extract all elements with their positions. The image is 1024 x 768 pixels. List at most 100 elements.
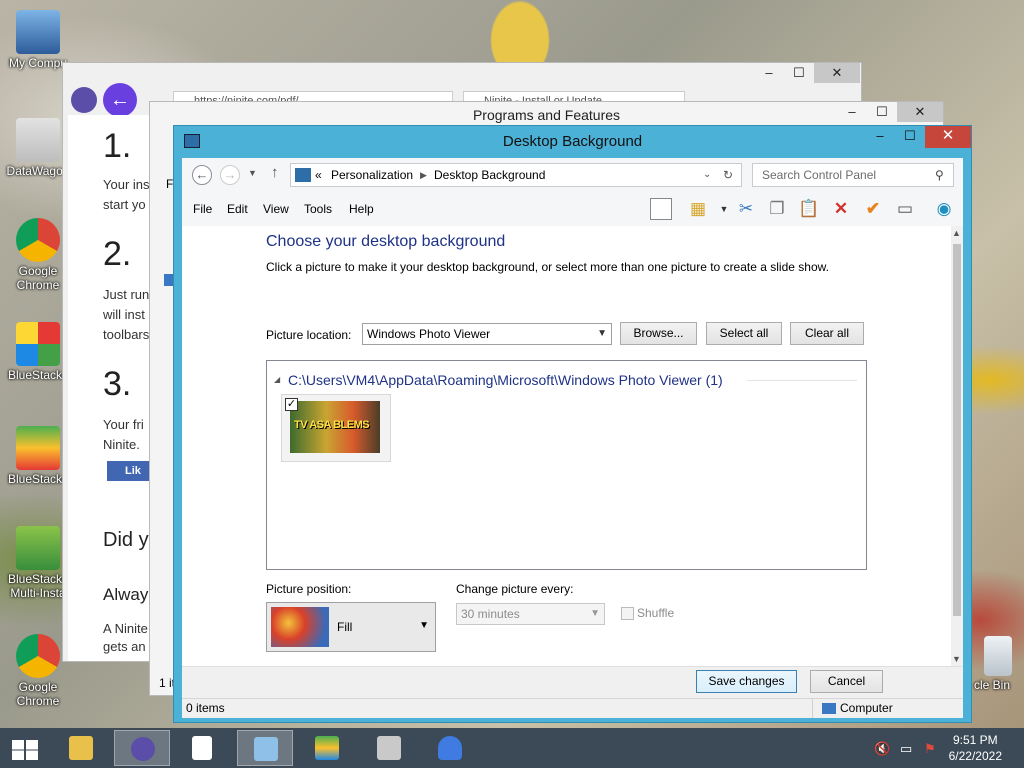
change-picture-every-label: Change picture every: [456,582,574,596]
shell-icon[interactable]: ◉ [933,198,955,220]
content-pane: Choose your desktop background Click a p… [182,226,951,666]
datawagon-icon [16,118,60,162]
minimize-button[interactable]: – [837,102,867,122]
minimize-button[interactable]: – [865,126,895,148]
search-input[interactable]: Search Control Panel [752,163,954,187]
taskbar-app-blue[interactable] [422,730,478,766]
page-title: Choose your desktop background [266,233,506,250]
cancel-button[interactable]: Cancel [810,670,883,693]
breadcrumb-separator-icon: ▶ [420,170,427,180]
breadcrumb-desktop-background[interactable]: Desktop Background [434,164,545,186]
ninite-paragraph-2: gets an [103,639,146,654]
back-button[interactable]: ← [192,165,212,185]
facebook-like-button[interactable]: Lik [107,461,153,481]
breadcrumb-personalization[interactable]: Personalization [331,164,413,186]
folder-group-header[interactable]: C:\Users\VM4\AppData\Roaming\Microsoft\W… [288,372,723,388]
system-clock[interactable]: 9:51 PM 6/22/2022 [949,732,1002,764]
chevron-down-icon: ▼ [590,608,600,619]
search-icon[interactable]: ⚲ [935,168,944,182]
scroll-up-icon[interactable]: ▲ [952,228,961,238]
step-2-number: 2. [103,235,132,273]
wallpaper-image: TV ASA BLEMS [290,401,380,453]
page-subtitle: Click a picture to make it your desktop … [266,260,829,274]
taskbar-installer[interactable] [361,730,417,766]
always-heading: Alway [103,585,149,604]
taskbar-control-panel[interactable] [237,730,293,766]
picture-position-select[interactable]: Fill ▼ [266,602,436,652]
step-2-text: Just run [103,287,150,302]
volume-muted-icon[interactable]: 🔇 [874,741,890,757]
up-arrow-icon[interactable]: ↑ [271,164,279,181]
status-computer: Computer [840,701,893,715]
checkmark-icon[interactable]: ✔ [862,198,884,220]
menu-file[interactable]: File [193,202,212,216]
copy-icon[interactable]: ❐ [766,198,788,220]
change-picture-every-select[interactable]: 30 minutes ▼ [456,603,605,625]
menu-edit[interactable]: Edit [227,202,248,216]
layout-icon[interactable] [650,198,672,220]
programs-window-controls: – ☐ ✕ [837,102,943,122]
close-button[interactable]: ✕ [925,126,971,148]
control-panel-icon [295,168,311,182]
close-button[interactable]: ✕ [897,102,943,122]
forward-button[interactable]: → [220,165,240,185]
minimize-button[interactable]: – [754,63,784,83]
shuffle-label: Shuffle [637,606,675,620]
chevron-down-icon: ▼ [597,328,607,339]
rename-icon[interactable]: ▭ [894,198,916,220]
refresh-icon[interactable]: ↻ [723,164,733,186]
shuffle-checkbox[interactable] [621,607,634,620]
menu-bar: File Edit View Tools Help ▦ ▼ ✂ ❐ 📋 ✕ ✔ … [182,192,963,226]
properties-dropdown-icon[interactable]: ▼ [713,198,735,220]
breadcrumb[interactable]: « Personalization ▶ Desktop Background ⌄… [290,163,742,187]
paste-icon[interactable]: 📋 [798,198,820,220]
group-divider [747,380,857,381]
menu-help[interactable]: Help [349,202,374,216]
step-3-text-2: Ninite. [103,437,140,452]
taskbar-bluestacks[interactable] [299,730,355,766]
select-all-button[interactable]: Select all [706,322,782,345]
start-button[interactable] [0,730,48,766]
properties-folder-icon[interactable]: ▦ [687,198,709,220]
back-arrow-icon[interactable]: ← [103,83,137,117]
status-bar: 0 items Computer [182,698,963,718]
browse-button[interactable]: Browse... [620,322,697,345]
menu-tools[interactable]: Tools [304,202,332,216]
save-changes-button[interactable]: Save changes [696,670,797,693]
delete-icon[interactable]: ✕ [830,198,852,220]
thumbnail-text: TV ASA BLEMS [294,419,370,431]
picture-location-select[interactable]: Windows Photo Viewer ▼ [362,323,612,345]
action-center-flag-icon[interactable]: ⚑ [924,741,936,757]
picture-thumbnail[interactable]: TV ASA BLEMS ✓ [281,394,391,462]
maximize-button[interactable]: ☐ [895,126,925,148]
computer-icon [822,703,836,714]
recent-pages-chevron-icon[interactable]: ▼ [248,168,257,178]
desktop-background-window[interactable]: Desktop Background – ☐ ✕ ← → ▼ ↑ « Perso… [173,125,972,723]
windows-logo-icon [12,740,38,760]
close-button[interactable]: ✕ [814,63,860,83]
ninite-icon [131,737,155,761]
scrollbar-thumb[interactable] [953,244,961,616]
taskbar-file-explorer[interactable] [53,730,109,766]
vertical-scrollbar[interactable]: ▲ ▼ [951,226,963,666]
cut-icon[interactable]: ✂ [735,198,757,220]
picture-location-value: Windows Photo Viewer [367,327,491,341]
address-dropdown-icon[interactable]: ⌄ [703,164,711,186]
picture-list[interactable]: ◢ C:\Users\VM4\AppData\Roaming\Microsoft… [266,360,867,570]
menu-view[interactable]: View [263,202,289,216]
collapse-group-icon[interactable]: ◢ [274,375,280,384]
taskbar-blank-document[interactable] [176,730,232,766]
breadcrumb-overflow[interactable]: « [315,164,322,186]
maximize-button[interactable]: ☐ [784,63,814,83]
maximize-button[interactable]: ☐ [867,102,897,122]
chevron-down-icon: ▼ [419,620,429,631]
scroll-down-icon[interactable]: ▼ [952,654,961,664]
desktop-icon-my-computer[interactable]: My Compu [0,10,76,70]
network-icon[interactable]: ▭ [900,741,912,757]
clear-all-button[interactable]: Clear all [790,322,864,345]
thumbnail-checkbox[interactable]: ✓ [285,398,298,411]
position-preview-image [271,607,329,647]
computer-icon [16,10,60,54]
taskbar-ninite-browser[interactable] [114,730,170,766]
browser-window-controls: – ☐ ✕ [754,63,860,83]
